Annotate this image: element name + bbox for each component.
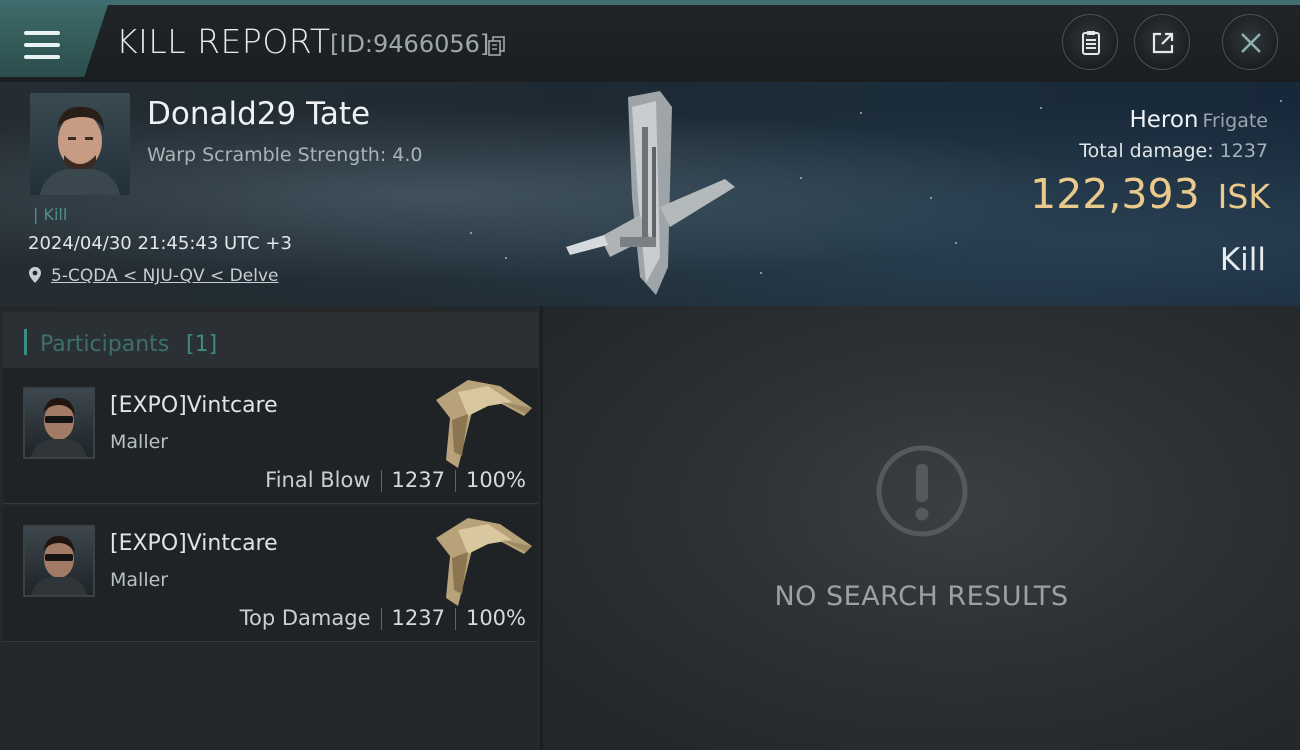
top-bar: KILL REPORT [ID:9466056]	[0, 0, 1300, 82]
participant-ship: Maller	[110, 431, 169, 453]
participant-ship-image	[436, 380, 532, 468]
kill-datetime: 2024/04/30 21:45:43 UTC +3	[28, 233, 292, 254]
report-id: [ID:9466056]	[330, 30, 490, 58]
participant-percent: 100%	[465, 468, 526, 492]
participant-ship-image	[436, 518, 532, 606]
participant-damage: 1237	[391, 468, 445, 492]
participant-row[interactable]: [EXPO]Vintcare Maller Final Blow 1237 100%	[3, 368, 538, 504]
total-damage-label: Total damage:	[1079, 140, 1214, 162]
total-damage-line: Total damage: 1237	[1079, 140, 1268, 162]
isk-line: 122,393 ISK	[1030, 170, 1270, 218]
clipboard-icon	[1082, 31, 1100, 55]
victim-name: Donald29 Tate	[147, 96, 371, 132]
participant-role: Top Damage	[239, 606, 371, 630]
kill-result: Kill	[1219, 242, 1266, 278]
section-marker	[24, 329, 27, 355]
clipboard-button[interactable]	[1062, 14, 1118, 70]
victim-ship-name: Heron	[1129, 107, 1199, 133]
results-panel: NO SEARCH RESULTS	[543, 306, 1300, 750]
star	[1280, 100, 1282, 102]
top-accent-line	[0, 0, 1300, 5]
divider	[454, 608, 456, 630]
alert-icon	[876, 445, 968, 537]
share-button[interactable]	[1134, 14, 1190, 70]
participants-title: Participants	[40, 332, 170, 357]
participant-avatar[interactable]	[23, 387, 95, 459]
divider	[380, 608, 382, 630]
no-results-text: NO SEARCH RESULTS	[774, 581, 1069, 612]
star	[800, 177, 802, 179]
victim-ship-line: Heron Frigate	[1129, 107, 1268, 133]
participant-damage: 1237	[391, 606, 445, 630]
hamburger-icon[interactable]	[24, 31, 60, 59]
star	[1040, 107, 1042, 109]
participant-percent: 100%	[465, 606, 526, 630]
participant-avatar[interactable]	[23, 525, 95, 597]
kill-type-tag: | Kill	[33, 205, 68, 224]
star	[505, 257, 507, 259]
victim-ship-image	[566, 91, 735, 295]
participants-count: [1]	[186, 332, 218, 357]
total-damage-value: 1237	[1219, 140, 1268, 162]
participant-name: [EXPO]Vintcare	[110, 393, 278, 418]
participant-role: Final Blow	[265, 468, 371, 492]
copy-icon[interactable]	[488, 36, 506, 56]
star	[760, 272, 762, 274]
location-link[interactable]: 5-CQDA < NJU-QV < Delve	[51, 266, 278, 286]
participant-ship: Maller	[110, 569, 169, 591]
isk-unit: ISK	[1217, 177, 1270, 216]
menu-button[interactable]	[0, 5, 108, 77]
divider	[380, 470, 382, 492]
divider	[454, 470, 456, 492]
participant-stats: Final Blow 1237 100%	[265, 468, 526, 492]
location-pin-icon	[29, 267, 41, 283]
star	[860, 112, 862, 114]
participant-stats: Top Damage 1237 100%	[240, 606, 526, 630]
close-icon	[1241, 33, 1261, 53]
star	[470, 232, 472, 234]
isk-value: 122,393	[1030, 170, 1200, 218]
participants-header: Participants [1]	[3, 312, 538, 372]
victim-avatar[interactable]	[30, 93, 130, 195]
star	[930, 197, 932, 199]
victim-ship-class: Frigate	[1202, 110, 1268, 132]
warp-scramble-strength: Warp Scramble Strength: 4.0	[147, 144, 423, 166]
participants-panel: Participants [1] [EXPO]Vintcare Maller F…	[0, 306, 540, 750]
participant-name: [EXPO]Vintcare	[110, 531, 278, 556]
star	[955, 242, 957, 244]
share-icon	[1152, 32, 1174, 54]
victim-header: Donald29 Tate Warp Scramble Strength: 4.…	[0, 82, 1300, 306]
close-button[interactable]	[1222, 14, 1278, 70]
page-title: KILL REPORT	[116, 22, 331, 61]
participant-row[interactable]: [EXPO]Vintcare Maller Top Damage 1237 100%	[3, 506, 538, 642]
